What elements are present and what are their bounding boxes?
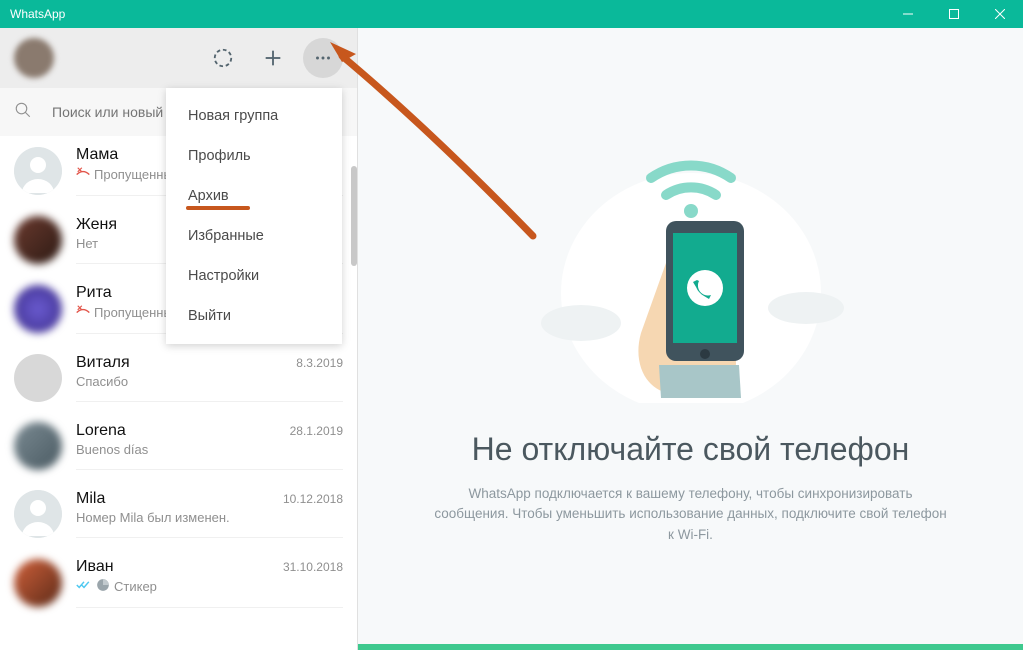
chat-name: Женя xyxy=(76,216,117,234)
missed-call-icon xyxy=(76,304,90,321)
menu-item-3[interactable]: Избранные xyxy=(166,216,342,256)
chat-preview: Buenos días xyxy=(76,442,343,457)
chat-preview-text: Стикер xyxy=(114,579,157,594)
sidebar: МамаПропущенный звонокЖеняНетРитаПропуще… xyxy=(0,28,358,650)
chat-row[interactable]: Иван 31.10.2018 Стикер xyxy=(0,548,357,618)
chat-avatar xyxy=(14,490,62,538)
search-icon xyxy=(14,101,32,124)
chat-name: Рита xyxy=(76,284,112,302)
landing-text: WhatsApp подключается к вашему телефону,… xyxy=(431,484,951,545)
close-button[interactable] xyxy=(977,0,1023,28)
my-avatar[interactable] xyxy=(14,38,54,78)
dropdown-menu: Новая группаПрофильАрхивИзбранныеНастрой… xyxy=(166,88,342,344)
sidebar-header xyxy=(0,28,357,88)
window-title: WhatsApp xyxy=(0,7,65,21)
read-ticks-icon xyxy=(76,579,92,594)
chat-preview-text: Номер Mila был изменен. xyxy=(76,510,230,525)
chat-name: Lorena xyxy=(76,422,126,440)
accent-stripe xyxy=(358,644,1023,650)
main: МамаПропущенный звонокЖеняНетРитаПропуще… xyxy=(0,28,1023,650)
menu-icon[interactable] xyxy=(303,38,343,78)
chat-body: Иван 31.10.2018 Стикер xyxy=(76,558,343,608)
chat-date: 10.12.2018 xyxy=(283,492,343,506)
landing-heading: Не отключайте свой телефон xyxy=(472,431,910,468)
maximize-button[interactable] xyxy=(931,0,977,28)
chat-date: 28.1.2019 xyxy=(290,424,343,438)
chat-name: Mila xyxy=(76,490,105,508)
chat-avatar xyxy=(14,559,62,607)
chat-preview: Номер Mila был изменен. xyxy=(76,510,343,525)
window-controls xyxy=(885,0,1023,28)
status-icon[interactable] xyxy=(203,38,243,78)
menu-item-4[interactable]: Настройки xyxy=(166,256,342,296)
chat-avatar xyxy=(14,354,62,402)
chat-row[interactable]: Виталя 8.3.2019 Спасибо xyxy=(0,344,357,412)
chat-preview-text: Buenos días xyxy=(76,442,148,457)
missed-call-icon xyxy=(76,166,90,183)
chat-name: Виталя xyxy=(76,354,130,372)
sticker-icon xyxy=(96,578,110,595)
minimize-button[interactable] xyxy=(885,0,931,28)
chat-avatar xyxy=(14,147,62,195)
menu-highlight xyxy=(186,206,250,210)
chat-preview-text: Спасибо xyxy=(76,374,128,389)
chat-avatar xyxy=(14,285,62,333)
chat-row[interactable]: Mila 10.12.2018 Номер Mila был изменен. xyxy=(0,480,357,548)
chat-preview: Спасибо xyxy=(76,374,343,389)
chat-preview-text: Нет xyxy=(76,236,98,251)
chat-row[interactable]: Lorena 28.1.2019 Buenos días xyxy=(0,412,357,480)
chat-body: Mila 10.12.2018 Номер Mila был изменен. xyxy=(76,490,343,538)
titlebar: WhatsApp xyxy=(0,0,1023,28)
landing-pane: Не отключайте свой телефон WhatsApp подк… xyxy=(358,28,1023,650)
chat-body: Lorena 28.1.2019 Buenos días xyxy=(76,422,343,470)
new-chat-icon[interactable] xyxy=(253,38,293,78)
chat-date: 8.3.2019 xyxy=(296,356,343,370)
landing-illustration xyxy=(531,133,851,403)
chat-avatar xyxy=(14,422,62,470)
chat-preview: Стикер xyxy=(76,578,343,595)
chat-name: Иван xyxy=(76,558,114,576)
menu-item-1[interactable]: Профиль xyxy=(166,136,342,176)
menu-item-5[interactable]: Выйти xyxy=(166,296,342,336)
chat-date: 31.10.2018 xyxy=(283,560,343,574)
menu-item-0[interactable]: Новая группа xyxy=(166,96,342,136)
scrollbar[interactable] xyxy=(351,166,357,266)
chat-avatar xyxy=(14,216,62,264)
chat-body: Виталя 8.3.2019 Спасибо xyxy=(76,354,343,402)
menu-item-2[interactable]: Архив xyxy=(166,176,342,216)
chat-name: Мама xyxy=(76,146,118,164)
